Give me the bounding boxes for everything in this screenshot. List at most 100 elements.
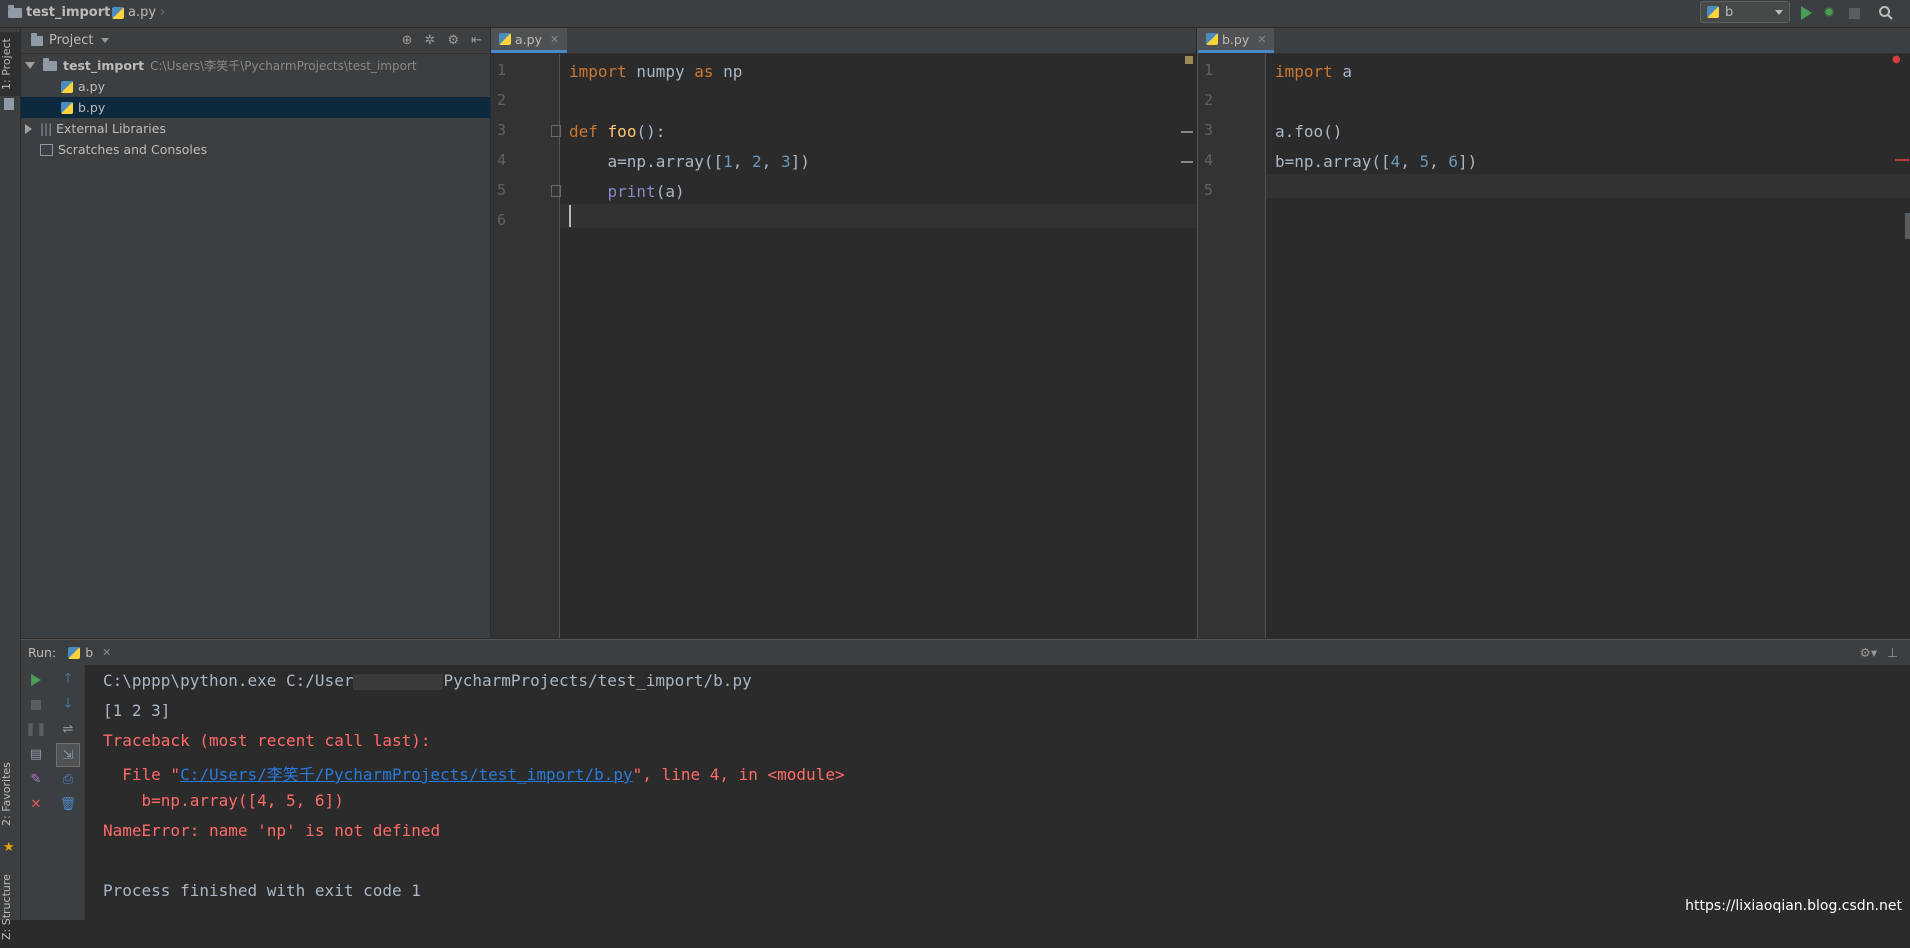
tree-item-scratches[interactable]: Scratches and Consoles (21, 139, 490, 160)
project-root-label: test_import (63, 58, 145, 73)
tree-item-b-py[interactable]: b.py (21, 97, 490, 118)
arrow-down-icon: 🡓 (64, 696, 72, 711)
printer-icon: ⎙ (62, 771, 74, 787)
project-view-select[interactable]: Project (49, 33, 93, 48)
project-view-icon (31, 32, 43, 46)
debug-button[interactable]: ✹ (1819, 3, 1839, 23)
close-icon[interactable]: ✕ (102, 646, 111, 659)
code-token: 5 (1419, 152, 1430, 171)
tree-item-project-root[interactable]: test_import C:\Users\李笑千\PycharmProjects… (21, 55, 490, 76)
tree-item-external-libraries[interactable]: ||| External Libraries (21, 118, 490, 139)
editor-a-py: a.py ✕ 1 2 3 4 5 6 import numpy as np de… (491, 28, 1196, 638)
print-button[interactable]: ⎙ (59, 770, 77, 788)
code-line-5[interactable]: print(a) (569, 182, 685, 201)
tree-item-label: External Libraries (56, 121, 166, 136)
code-token: , (761, 152, 781, 171)
tab-a-py[interactable]: a.py ✕ (491, 28, 568, 53)
code-line-3[interactable]: a.foo() (1275, 122, 1342, 141)
folder-icon (43, 57, 57, 71)
breadcrumb-file[interactable]: a.py › (112, 5, 165, 20)
search-everywhere-button[interactable] (1876, 3, 1896, 23)
project-panel-header: Project ⊕ ✲ ⚙ ⇤ (21, 28, 490, 54)
python-file-icon (61, 101, 73, 114)
run-button[interactable] (1796, 3, 1816, 23)
tab-b-py[interactable]: b.py ✕ (1198, 28, 1275, 53)
code-token: ]) (1458, 152, 1478, 171)
structure-toggle-icon[interactable] (4, 98, 14, 110)
line-number-gutter: 1 2 3 4 5 (1198, 54, 1266, 638)
code-token: 1 (723, 152, 733, 171)
chevron-down-icon (25, 62, 35, 69)
pause-button[interactable]: ❚❚ (25, 720, 47, 738)
console-output[interactable]: C:\pppp\python.exe C:/User PycharmProject… (86, 665, 1910, 920)
fold-marker-icon[interactable] (551, 125, 561, 137)
stop-button[interactable] (1844, 3, 1864, 23)
pin-tab-button[interactable]: ✎ (27, 770, 45, 788)
console-text: ", line 4, in <module> (632, 765, 845, 784)
error-indicator-icon[interactable]: ● (1892, 54, 1901, 65)
hide-panel-icon[interactable]: ⇤ (471, 33, 482, 48)
run-tab-b[interactable]: b ✕ (68, 645, 111, 660)
code-line-4[interactable]: a=np.array([1, 2, 3]) (569, 152, 810, 171)
close-icon[interactable]: ✕ (1257, 33, 1266, 46)
close-icon: ✕ (30, 796, 42, 812)
code-line-1[interactable]: import a (1275, 62, 1352, 81)
inspection-warning-icon[interactable] (1185, 56, 1193, 64)
code-line-4[interactable]: b=np.array([4, 5, 6]) (1275, 152, 1477, 171)
project-tool-tab[interactable]: 1: Project (0, 32, 20, 96)
code-token: 2 (752, 152, 762, 171)
line-number: 1 (497, 61, 507, 79)
gear-icon[interactable]: ⚙ (447, 33, 459, 48)
restore-layout-button[interactable]: ▤ (27, 745, 45, 763)
scroll-to-end-button[interactable]: ⇲ (56, 743, 80, 767)
stop-button[interactable] (27, 696, 45, 714)
code-line-3[interactable]: def foo(): (569, 122, 665, 141)
code-token: print (607, 182, 656, 201)
run-panel-toolbar: ❚❚ ▤ ✎ ✕ 🡑 🡓 ⇌ ⇲ ⎙ 🗑 (21, 665, 86, 920)
scroll-to-end-icon: ⇲ (62, 747, 74, 763)
clear-all-button[interactable]: 🗑 (59, 795, 77, 813)
breadcrumb-separator: › (160, 5, 166, 20)
project-tool-window: Project ⊕ ✲ ⚙ ⇤ test_import C:\Users\李笑千… (21, 28, 491, 638)
line-number: 3 (1204, 121, 1214, 139)
favorites-tool-tab[interactable]: 2: Favorites (0, 748, 20, 840)
scroll-up-button[interactable]: 🡑 (59, 671, 77, 689)
code-line-1[interactable]: import numpy as np (569, 62, 742, 81)
console-text: File " (103, 765, 181, 784)
collapse-all-icon[interactable]: ✲ (425, 33, 436, 48)
error-scroll-marker[interactable] (1895, 159, 1909, 161)
code-token: (a) (655, 182, 685, 201)
pause-icon: ❚❚ (25, 721, 47, 737)
locate-icon[interactable]: ⊕ (402, 33, 413, 48)
line-number: 3 (497, 121, 507, 139)
stop-icon (31, 700, 41, 710)
line-number: 5 (1204, 181, 1214, 199)
code-token: , (1429, 152, 1449, 171)
tree-item-a-py[interactable]: a.py (21, 76, 490, 97)
traceback-file-link[interactable]: C:/Users/李笑千/PycharmProjects/test_import… (180, 765, 633, 784)
soft-wrap-button[interactable]: ⇌ (59, 720, 77, 738)
editor-tab-bar: a.py ✕ (491, 28, 1196, 54)
gear-icon[interactable]: ⚙▾ (1860, 645, 1877, 660)
editor-scrollbar[interactable] (1905, 213, 1910, 239)
code-token: a.foo() (1275, 122, 1343, 141)
scroll-down-button[interactable]: 🡓 (59, 696, 77, 714)
code-token: a (1332, 62, 1353, 81)
breadcrumb-project[interactable]: test_import › (8, 4, 120, 20)
play-icon (31, 674, 41, 686)
python-file-icon (1707, 6, 1719, 18)
run-configuration-select[interactable]: b (1700, 1, 1790, 23)
console-line-error: NameError: name 'np' is not defined (103, 821, 441, 840)
python-file-icon (499, 33, 511, 45)
rerun-button[interactable] (27, 671, 45, 689)
hide-panel-icon[interactable]: ⊥ (1887, 645, 1898, 660)
code-token: numpy (626, 62, 695, 81)
code-token: 4 (1390, 152, 1401, 171)
close-run-button[interactable]: ✕ (27, 795, 45, 813)
line-number: 2 (497, 91, 507, 109)
structure-tool-tab[interactable]: Z: Structure (0, 866, 20, 948)
chevron-down-icon[interactable] (101, 38, 110, 43)
close-icon[interactable]: ✕ (550, 33, 559, 46)
fold-marker-icon[interactable] (551, 185, 561, 197)
